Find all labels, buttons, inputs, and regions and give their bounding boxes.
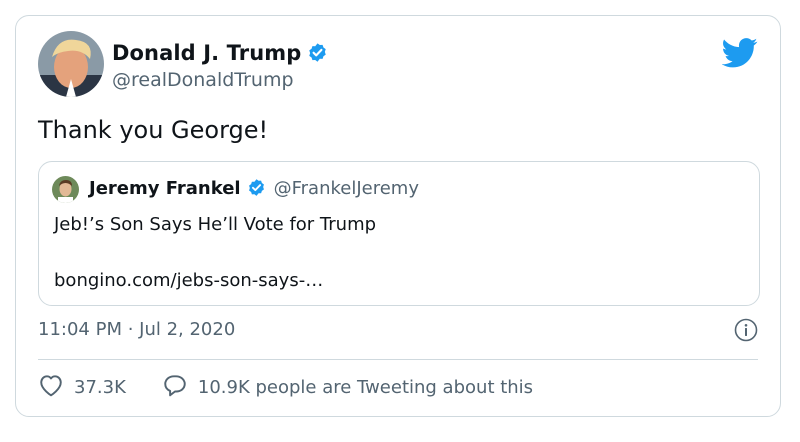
like-count: 37.3K xyxy=(74,377,126,398)
tweeting-stat[interactable]: 10.9K people are Tweeting about this xyxy=(162,373,533,402)
tweet-stats: 37.3K 10.9K people are Tweeting about th… xyxy=(38,373,533,402)
quoted-author-name[interactable]: Jeremy Frankel xyxy=(89,178,241,199)
author-handle[interactable]: @realDonaldTrump xyxy=(112,69,294,91)
heart-icon[interactable] xyxy=(38,373,74,402)
quoted-author-handle[interactable]: @FrankelJeremy xyxy=(274,178,419,199)
twitter-bird-icon[interactable] xyxy=(721,38,758,72)
info-icon[interactable] xyxy=(734,318,758,346)
quoted-author-avatar[interactable] xyxy=(52,176,79,203)
tweet-timestamp[interactable]: 11:04 PM · Jul 2, 2020 xyxy=(38,319,235,340)
quoted-tweet-link[interactable]: bongino.com/jebs-son-says-… xyxy=(54,270,323,291)
author-avatar[interactable] xyxy=(38,31,104,97)
like-stat[interactable]: 37.3K xyxy=(38,373,126,402)
author-name-text[interactable]: Donald J. Trump xyxy=(112,41,301,65)
quoted-tweet[interactable]: Jeremy Frankel @FrankelJeremy Jeb!’s Son … xyxy=(38,161,760,306)
tweeting-count: 10.9K people are Tweeting about this xyxy=(197,377,534,398)
speech-bubble-icon[interactable] xyxy=(162,373,198,402)
quoted-author-line[interactable]: Jeremy Frankel @FrankelJeremy xyxy=(89,178,419,202)
divider xyxy=(38,359,758,360)
author-name[interactable]: Donald J. Trump xyxy=(112,41,328,68)
verified-badge-icon xyxy=(247,178,266,202)
quoted-tweet-text: Jeb!’s Son Says He’ll Vote for Trump xyxy=(54,214,377,235)
verified-badge-icon xyxy=(307,42,328,68)
tweet-text: Thank you George! xyxy=(38,116,269,144)
tweet-embed-card[interactable]: Donald J. Trump @realDonaldTrump Thank y… xyxy=(15,15,781,417)
